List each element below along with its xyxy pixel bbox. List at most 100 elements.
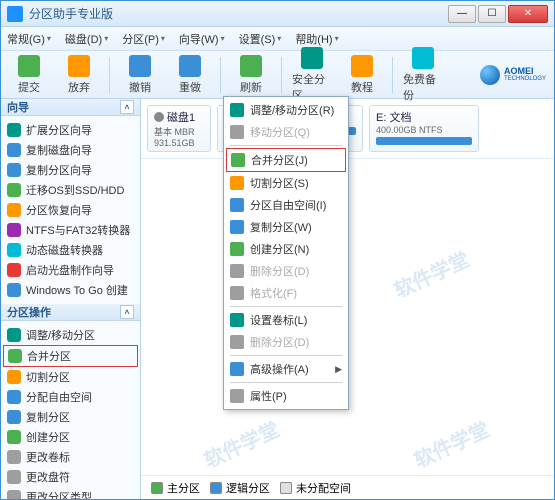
watermark: 软件学堂 bbox=[409, 413, 494, 473]
sidebar-item[interactable]: 复制分区向导 bbox=[3, 160, 138, 180]
sidebar-item-label: 分配自由空间 bbox=[26, 389, 92, 405]
partition-box[interactable]: E: 文档400.00GB NTFS bbox=[369, 105, 479, 152]
toolbar-icon bbox=[412, 47, 434, 69]
toolbar-button[interactable]: 刷新 bbox=[231, 55, 271, 95]
sidebar-item[interactable]: 更改盘符 bbox=[3, 467, 138, 487]
sidebar-item[interactable]: 调整/移动分区 bbox=[3, 325, 138, 345]
sidebar-item-label: 更改卷标 bbox=[26, 449, 70, 465]
menu-item[interactable]: 帮助(H)▾ bbox=[295, 31, 338, 47]
sidebar-item-label: 更改盘符 bbox=[26, 469, 70, 485]
collapse-icon[interactable]: ˄ bbox=[120, 100, 134, 114]
context-item-icon bbox=[230, 103, 244, 117]
panel-header-wizard[interactable]: 向导 ˄ bbox=[1, 99, 140, 116]
panel-header-partition-ops[interactable]: 分区操作 ˄ bbox=[1, 304, 140, 321]
brand-logo[interactable]: AOMEITECHNOLOGY bbox=[480, 65, 546, 85]
sidebar-item-icon bbox=[7, 450, 21, 464]
menubar: 常规(G)▾ 磁盘(D)▾ 分区(P)▾ 向导(W)▾ 设置(S)▾ 帮助(H)▾ bbox=[1, 27, 554, 51]
sidebar-item[interactable]: 启动光盘制作向导 bbox=[3, 260, 138, 280]
disk-summary[interactable]: 磁盘1基本 MBR931.51GB bbox=[147, 105, 211, 152]
sidebar-item-icon bbox=[7, 123, 21, 137]
panel-partition-body: 调整/移动分区合并分区切割分区分配自由空间复制分区创建分区更改卷标更改盘符更改分… bbox=[1, 321, 140, 499]
context-menu-item[interactable]: 高级操作(A)▶ bbox=[226, 358, 346, 380]
toolbar-icon bbox=[301, 47, 323, 69]
sidebar-item-icon bbox=[8, 349, 22, 363]
minimize-button[interactable]: — bbox=[448, 5, 476, 23]
sidebar-item-label: 动态磁盘转换器 bbox=[26, 242, 103, 258]
toolbar-icon bbox=[351, 55, 373, 77]
context-menu-item[interactable]: 设置卷标(L) bbox=[226, 309, 346, 331]
sidebar-item[interactable]: Windows To Go 创建 bbox=[3, 280, 138, 300]
toolbar-icon bbox=[240, 55, 262, 77]
chevron-down-icon: ▾ bbox=[335, 34, 339, 43]
sidebar-item-label: 迁移OS到SSD/HDD bbox=[26, 182, 124, 198]
sidebar-item-icon bbox=[7, 328, 21, 342]
context-menu-item[interactable]: 分区自由空间(I) bbox=[226, 194, 346, 216]
panel-title: 分区操作 bbox=[7, 304, 51, 320]
sidebar-item-icon bbox=[7, 243, 21, 257]
legend-bar: 主分区 逻辑分区 未分配空间 bbox=[141, 475, 554, 499]
toolbar-button[interactable]: 放弃 bbox=[59, 55, 99, 95]
context-item-label: 高级操作(A) bbox=[250, 361, 309, 377]
toolbar-button[interactable]: 安全分区 bbox=[292, 47, 332, 103]
context-item-label: 创建分区(N) bbox=[250, 241, 309, 257]
toolbar-button[interactable]: 提交 bbox=[9, 55, 49, 95]
context-menu-item[interactable]: 属性(P) bbox=[226, 385, 346, 407]
chevron-down-icon: ▾ bbox=[161, 34, 165, 43]
context-item-label: 分区自由空间(I) bbox=[250, 197, 326, 213]
toolbar-button[interactable]: 重做 bbox=[170, 55, 210, 95]
sidebar-item-label: 调整/移动分区 bbox=[26, 327, 95, 343]
context-item-label: 删除分区(D) bbox=[250, 263, 309, 279]
sidebar-item[interactable]: 合并分区 bbox=[3, 345, 138, 367]
menu-item[interactable]: 向导(W)▾ bbox=[179, 31, 225, 47]
legend-label: 未分配空间 bbox=[296, 480, 351, 496]
context-menu: 调整/移动分区(R) 移动分区(Q) 合并分区(J)切割分区(S) 分区自由空间(I)… bbox=[223, 96, 349, 410]
context-menu-item[interactable]: 切割分区(S) bbox=[226, 172, 346, 194]
menu-item[interactable]: 设置(S)▾ bbox=[239, 31, 282, 47]
menu-item[interactable]: 常规(G)▾ bbox=[7, 31, 51, 47]
context-item-icon bbox=[230, 264, 244, 278]
legend-swatch-logical bbox=[210, 482, 222, 494]
sidebar-item[interactable]: 更改卷标 bbox=[3, 447, 138, 467]
sidebar-item[interactable]: 更改分区类型 bbox=[3, 487, 138, 499]
sidebar-item[interactable]: 复制磁盘向导 bbox=[3, 140, 138, 160]
toolbar-button[interactable]: 免费备份 bbox=[403, 47, 443, 103]
sidebar-item[interactable]: 动态磁盘转换器 bbox=[3, 240, 138, 260]
context-item-icon bbox=[230, 242, 244, 256]
sidebar-item-label: 复制分区 bbox=[26, 409, 70, 425]
sidebar-item-icon bbox=[7, 410, 21, 424]
sidebar-item[interactable]: 迁移OS到SSD/HDD bbox=[3, 180, 138, 200]
context-menu-item[interactable]: 合并分区(J) bbox=[226, 148, 346, 172]
sidebar-item-icon bbox=[7, 490, 21, 499]
context-menu-item[interactable]: 复制分区(W) bbox=[226, 216, 346, 238]
watermark: 软件学堂 bbox=[199, 413, 284, 473]
context-menu-item[interactable]: 调整/移动分区(R) bbox=[226, 99, 346, 121]
close-button[interactable]: ✕ bbox=[508, 5, 548, 23]
sidebar-item[interactable]: 分配自由空间 bbox=[3, 387, 138, 407]
sidebar-item-icon bbox=[7, 430, 21, 444]
toolbar-label: 教程 bbox=[351, 79, 373, 95]
sidebar-item[interactable]: NTFS与FAT32转换器 bbox=[3, 220, 138, 240]
collapse-icon[interactable]: ˄ bbox=[120, 305, 134, 319]
menu-item[interactable]: 磁盘(D)▾ bbox=[65, 31, 108, 47]
sidebar-item[interactable]: 创建分区 bbox=[3, 427, 138, 447]
toolbar-button[interactable]: 撤销 bbox=[120, 55, 160, 95]
sidebar-item[interactable]: 扩展分区向导 bbox=[3, 120, 138, 140]
sidebar-item-icon bbox=[7, 223, 21, 237]
context-menu-item: 删除分区(D) bbox=[226, 331, 346, 353]
context-item-label: 设置卷标(L) bbox=[250, 312, 307, 328]
partition-size: 400.00GB NTFS bbox=[376, 125, 472, 135]
app-icon bbox=[7, 6, 23, 22]
menu-item[interactable]: 分区(P)▾ bbox=[122, 31, 165, 47]
sidebar-item[interactable]: 复制分区 bbox=[3, 407, 138, 427]
panel-title: 向导 bbox=[7, 99, 29, 115]
sidebar-item[interactable]: 切割分区 bbox=[3, 367, 138, 387]
toolbar-label: 撤销 bbox=[129, 79, 151, 95]
sidebar-item[interactable]: 分区恢复向导 bbox=[3, 200, 138, 220]
maximize-button[interactable]: ☐ bbox=[478, 5, 506, 23]
sidebar-item-label: 分区恢复向导 bbox=[26, 202, 92, 218]
partition-bar bbox=[376, 137, 472, 145]
legend-swatch-primary bbox=[151, 482, 163, 494]
context-menu-item[interactable]: 创建分区(N) bbox=[226, 238, 346, 260]
toolbar-button[interactable]: 教程 bbox=[342, 55, 382, 95]
context-item-label: 移动分区(Q) bbox=[250, 124, 310, 140]
